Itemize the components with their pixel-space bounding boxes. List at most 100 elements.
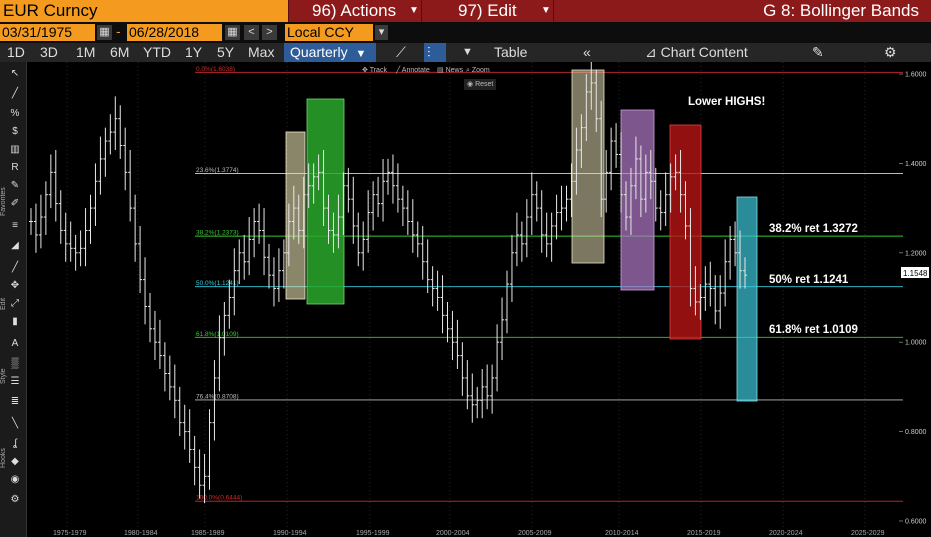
track-icon: ✥	[362, 67, 368, 74]
settings-tool-icon[interactable]: ⚙	[9, 494, 21, 506]
zoom-tool[interactable]: ⌕ Zoom	[466, 65, 490, 76]
period-1y[interactable]: 1Y	[185, 43, 202, 62]
y-tick-label: 1.0000	[905, 340, 927, 347]
function-title: G 8: Bollinger Bands	[763, 1, 919, 20]
annotate-tool[interactable]: ╱ Annotate	[396, 65, 430, 76]
date-range-bar: 03/31/1975 ▦ - 06/28/2018 ▦ < > Local CC…	[0, 22, 931, 43]
track-tool[interactable]: ✥ Track	[362, 65, 387, 76]
period-ytd[interactable]: YTD	[143, 43, 171, 62]
edit-label: Edit	[0, 297, 7, 310]
highlight-box-cyan	[736, 196, 758, 402]
ret382-annotation: 38.2% ret 1.3272	[769, 223, 858, 235]
start-date-field[interactable]: 03/31/1975	[0, 24, 95, 41]
divider	[421, 0, 422, 22]
period-3d[interactable]: 3D	[40, 43, 58, 62]
edit-pencil-icon[interactable]: ✎	[812, 43, 824, 62]
period-toolbar: 1D 3D 1M 6M YTD 1Y 5Y Max Quarterly ▼ ⟋ …	[0, 43, 931, 62]
x-tick-label: 1985-1989	[191, 530, 225, 537]
drawing-toolbar: ↖ ╱ % $ ▥ R ✎ ✐ ≡ ◢ ╱ ✥ ⤢ ▮ A ▒ ☰ ≣ ╲ ʆ …	[0, 62, 27, 537]
chart-background	[27, 62, 931, 537]
line-tool-icon[interactable]: ╱	[9, 88, 21, 100]
calendar-icon[interactable]: ▦	[225, 25, 240, 40]
favorites-label: Favorites	[0, 187, 7, 216]
actions-caret-icon[interactable]: ▼	[409, 0, 419, 22]
period-6m[interactable]: 6M	[110, 43, 129, 62]
palette-tool-icon[interactable]: ◉	[9, 474, 21, 486]
news-icon: ▤	[437, 67, 444, 74]
chart-content-label: Chart Content	[660, 44, 748, 60]
annotate-label: Annotate	[401, 67, 430, 74]
period-max[interactable]: Max	[248, 43, 274, 62]
security-field[interactable]: EUR Curncy	[0, 0, 288, 22]
currency-field[interactable]: Local CCY	[285, 24, 373, 41]
fib-label: 76.4%(0.8708)	[196, 393, 239, 400]
lower-highs-annotation: Lower HIGHS!	[688, 96, 765, 108]
x-tick-label: 1980-1984	[124, 530, 158, 537]
price-chart[interactable]: 0.0%(1.6038) 23.6%(1.3774) 38.2%(1.2373) 50…	[27, 62, 931, 537]
x-tick-label: 2020-2024	[769, 530, 803, 537]
next-arrow-icon[interactable]: >	[262, 25, 277, 40]
actions-menu[interactable]: 96) Actions	[312, 0, 396, 22]
x-tick-label: 2025-2029	[851, 530, 885, 537]
y-tick-label: 0.8000	[905, 429, 927, 436]
ruler-tool-icon[interactable]: ≡	[9, 220, 21, 232]
frequency-label: Quarterly	[290, 44, 348, 60]
x-tick-label: 2005-2009	[518, 530, 552, 537]
period-1d[interactable]: 1D	[7, 43, 25, 62]
ret50-annotation: 50% ret 1.1241	[769, 274, 849, 286]
brush-tool-icon[interactable]: ✎	[9, 180, 21, 192]
reset-label: Reset	[475, 81, 494, 88]
resize-tool-icon[interactable]: ⤢	[9, 298, 21, 310]
chart-content-button[interactable]: ⊿ Chart Content	[645, 43, 748, 62]
zoom-icon: ⌕	[466, 67, 470, 74]
end-date-field[interactable]: 06/28/2018	[127, 24, 222, 41]
period-1m[interactable]: 1M	[76, 43, 95, 62]
list-tool-icon[interactable]: ☰	[9, 376, 21, 388]
pen-tool-icon[interactable]: ✐	[9, 198, 21, 210]
hook-tool-icon[interactable]: ʆ	[9, 438, 21, 450]
color-tool-icon[interactable]: ◆	[9, 456, 21, 468]
track-label: Track	[369, 67, 387, 74]
divider	[288, 0, 289, 22]
move-tool-icon[interactable]: ✥	[9, 280, 21, 292]
y-tick-label: 1.2000	[905, 250, 927, 257]
zoom-label: Zoom	[471, 67, 490, 74]
pointer-icon[interactable]: ↖	[9, 68, 21, 80]
x-tick-label: 1995-1999	[356, 530, 390, 537]
y-tick-label: 1.4000	[905, 161, 927, 168]
edit-menu[interactable]: 97) Edit	[458, 0, 517, 22]
function-bar: EUR Curncy 96) Actions ▼ 97) Edit ▼ G 8:…	[0, 0, 931, 22]
bars-tool-icon[interactable]: ▥	[9, 144, 21, 156]
dollar-tool-icon[interactable]: $	[9, 126, 21, 138]
text-tool-icon[interactable]: A	[9, 338, 21, 350]
grid-tool-icon[interactable]: ▒	[9, 358, 21, 370]
pencil-tool-icon[interactable]: ╲	[9, 418, 21, 430]
x-tick-label: 2010-2014	[605, 530, 639, 537]
calendar-icon[interactable]: ▦	[97, 25, 112, 40]
bar-chart-icon[interactable]: ⫶	[424, 43, 446, 62]
chart-content-icon: ⊿	[645, 44, 657, 60]
currency-dropdown-icon[interactable]: ▾	[375, 25, 388, 40]
news-tool[interactable]: ▤ News	[437, 65, 463, 76]
x-tick-label: 2015-2019	[687, 530, 721, 537]
gear-icon[interactable]: ⚙	[884, 43, 897, 62]
percent-tool-icon[interactable]: %	[9, 108, 21, 120]
table-button[interactable]: Table	[494, 43, 527, 62]
frequency-dropdown[interactable]: Quarterly ▼	[284, 43, 376, 62]
line-chart-icon[interactable]: ⟋	[396, 43, 406, 62]
cursor-tool-icon[interactable]: ╱	[9, 262, 21, 274]
collapse-icon[interactable]: «	[583, 43, 591, 62]
hooks-label: Hooks	[0, 448, 7, 468]
reset-button[interactable]: ◉ Reset	[464, 79, 497, 90]
delete-tool-icon[interactable]: ▮	[9, 316, 21, 328]
period-5y[interactable]: 5Y	[217, 43, 234, 62]
angle-tool-icon[interactable]: ◢	[9, 240, 21, 252]
chevron-down-icon: ▼	[355, 48, 367, 60]
x-tick-label: 1975-1979	[53, 530, 87, 537]
style-label: Style	[0, 368, 7, 384]
edit-caret-icon[interactable]: ▼	[541, 0, 551, 22]
chart-type-dropdown-icon[interactable]: ▼	[462, 43, 473, 62]
fib-tool-icon[interactable]: R	[9, 162, 21, 174]
lines-tool-icon[interactable]: ≣	[9, 396, 21, 408]
prev-arrow-icon[interactable]: <	[244, 25, 259, 40]
